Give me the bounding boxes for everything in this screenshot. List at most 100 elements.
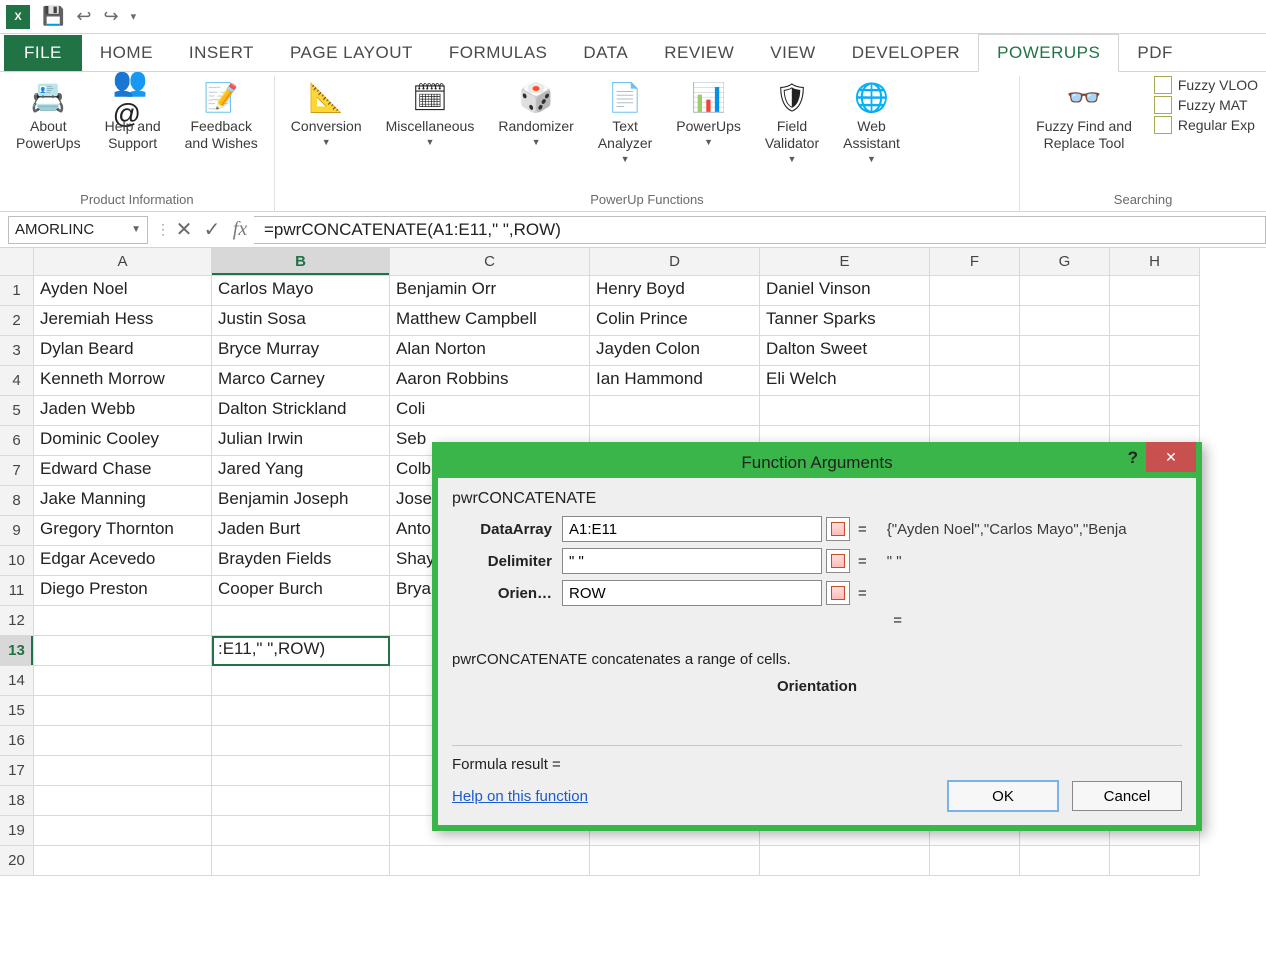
cell-G20[interactable]	[1020, 846, 1110, 876]
cell-C1[interactable]: Benjamin Orr	[390, 276, 590, 306]
cell-G3[interactable]	[1020, 336, 1110, 366]
cell-A9[interactable]: Gregory Thornton	[34, 516, 212, 546]
cell-D2[interactable]: Colin Prince	[590, 306, 760, 336]
cell-B13[interactable]: :E11," ",ROW)	[212, 636, 390, 666]
row-header-5[interactable]: 5	[0, 396, 34, 426]
qat-customize-icon[interactable]: ▾	[131, 10, 137, 23]
row-header-2[interactable]: 2	[0, 306, 34, 336]
cell-E20[interactable]	[760, 846, 930, 876]
cell-D20[interactable]	[590, 846, 760, 876]
cell-H4[interactable]	[1110, 366, 1200, 396]
powerup-fn-btn-5[interactable]: 🛡FieldValidator▼	[757, 76, 827, 166]
fuzzy-find-replace-button[interactable]: 👓 Fuzzy Find andReplace Tool	[1028, 76, 1140, 154]
arg-input-dataarray[interactable]	[562, 516, 822, 542]
tab-data[interactable]: DATA	[565, 35, 646, 71]
cell-A18[interactable]	[34, 786, 212, 816]
save-icon[interactable]: 💾	[42, 6, 64, 27]
cell-A4[interactable]: Kenneth Morrow	[34, 366, 212, 396]
ok-button[interactable]: OK	[948, 781, 1058, 811]
cell-G4[interactable]	[1020, 366, 1110, 396]
arg-input-delimiter[interactable]	[562, 548, 822, 574]
cell-B16[interactable]	[212, 726, 390, 756]
cell-A10[interactable]: Edgar Acevedo	[34, 546, 212, 576]
col-header-G[interactable]: G	[1020, 248, 1110, 276]
formula-input[interactable]: =pwrCONCATENATE(A1:E11," ",ROW)	[254, 216, 1266, 244]
cell-B8[interactable]: Benjamin Joseph	[212, 486, 390, 516]
range-picker-icon[interactable]	[826, 581, 850, 605]
product-info-btn-1[interactable]: 👥@Help andSupport	[97, 76, 169, 154]
cell-A20[interactable]	[34, 846, 212, 876]
select-all-corner[interactable]	[0, 248, 34, 276]
product-info-btn-2[interactable]: 📝Feedbackand Wishes	[177, 76, 266, 154]
row-header-9[interactable]: 9	[0, 516, 34, 546]
cancel-formula-button[interactable]: ✕	[170, 216, 198, 244]
cell-F5[interactable]	[930, 396, 1020, 426]
row-header-10[interactable]: 10	[0, 546, 34, 576]
cell-A1[interactable]: Ayden Noel	[34, 276, 212, 306]
cell-B12[interactable]	[212, 606, 390, 636]
expand-namebox-icon[interactable]: ⋮	[156, 221, 170, 238]
cell-B14[interactable]	[212, 666, 390, 696]
row-header-17[interactable]: 17	[0, 756, 34, 786]
row-header-11[interactable]: 11	[0, 576, 34, 606]
row-header-15[interactable]: 15	[0, 696, 34, 726]
cell-D4[interactable]: Ian Hammond	[590, 366, 760, 396]
col-header-A[interactable]: A	[34, 248, 212, 276]
cell-B6[interactable]: Julian Irwin	[212, 426, 390, 456]
cell-E3[interactable]: Dalton Sweet	[760, 336, 930, 366]
tab-developer[interactable]: DEVELOPER	[834, 35, 978, 71]
cell-F4[interactable]	[930, 366, 1020, 396]
cell-A5[interactable]: Jaden Webb	[34, 396, 212, 426]
cell-D5[interactable]	[590, 396, 760, 426]
cell-A7[interactable]: Edward Chase	[34, 456, 212, 486]
col-header-D[interactable]: D	[590, 248, 760, 276]
cell-B19[interactable]	[212, 816, 390, 846]
close-icon[interactable]: ✕	[1146, 442, 1196, 472]
cell-E1[interactable]: Daniel Vinson	[760, 276, 930, 306]
cell-C3[interactable]: Alan Norton	[390, 336, 590, 366]
fx-icon[interactable]: fx	[226, 216, 254, 244]
cell-H5[interactable]	[1110, 396, 1200, 426]
product-info-btn-0[interactable]: 📇AboutPowerUps	[8, 76, 89, 154]
row-header-6[interactable]: 6	[0, 426, 34, 456]
row-header-18[interactable]: 18	[0, 786, 34, 816]
powerup-fn-btn-0[interactable]: 📐Conversion▼	[283, 76, 370, 149]
row-header-14[interactable]: 14	[0, 666, 34, 696]
tab-view[interactable]: VIEW	[752, 35, 833, 71]
cell-F20[interactable]	[930, 846, 1020, 876]
cell-A6[interactable]: Dominic Cooley	[34, 426, 212, 456]
cell-B4[interactable]: Marco Carney	[212, 366, 390, 396]
cell-B1[interactable]: Carlos Mayo	[212, 276, 390, 306]
cell-C2[interactable]: Matthew Campbell	[390, 306, 590, 336]
cell-B9[interactable]: Jaden Burt	[212, 516, 390, 546]
cell-C20[interactable]	[390, 846, 590, 876]
enter-formula-button[interactable]: ✓	[198, 216, 226, 244]
redo-icon[interactable]: ↪	[104, 6, 119, 27]
cell-A17[interactable]	[34, 756, 212, 786]
cell-A11[interactable]: Diego Preston	[34, 576, 212, 606]
searching-stack-item-2[interactable]: Regular Exp	[1154, 116, 1258, 134]
cell-E4[interactable]: Eli Welch	[760, 366, 930, 396]
cell-A13[interactable]	[34, 636, 212, 666]
range-picker-icon[interactable]	[826, 549, 850, 573]
cell-H1[interactable]	[1110, 276, 1200, 306]
powerup-fn-btn-2[interactable]: 🎲Randomizer▼	[490, 76, 581, 149]
cell-A3[interactable]: Dylan Beard	[34, 336, 212, 366]
chevron-down-icon[interactable]: ▼	[131, 224, 141, 235]
row-header-19[interactable]: 19	[0, 816, 34, 846]
searching-stack-item-0[interactable]: Fuzzy VLOO	[1154, 76, 1258, 94]
cancel-button[interactable]: Cancel	[1072, 781, 1182, 811]
cell-A12[interactable]	[34, 606, 212, 636]
cell-B5[interactable]: Dalton Strickland	[212, 396, 390, 426]
col-header-F[interactable]: F	[930, 248, 1020, 276]
cell-B18[interactable]	[212, 786, 390, 816]
cell-C5[interactable]: Coli	[390, 396, 590, 426]
cell-H2[interactable]	[1110, 306, 1200, 336]
cell-H3[interactable]	[1110, 336, 1200, 366]
cell-B17[interactable]	[212, 756, 390, 786]
tab-formulas[interactable]: FORMULAS	[431, 35, 565, 71]
col-header-C[interactable]: C	[390, 248, 590, 276]
tab-page-layout[interactable]: PAGE LAYOUT	[272, 35, 431, 71]
tab-file[interactable]: FILE	[4, 35, 82, 71]
range-picker-icon[interactable]	[826, 517, 850, 541]
